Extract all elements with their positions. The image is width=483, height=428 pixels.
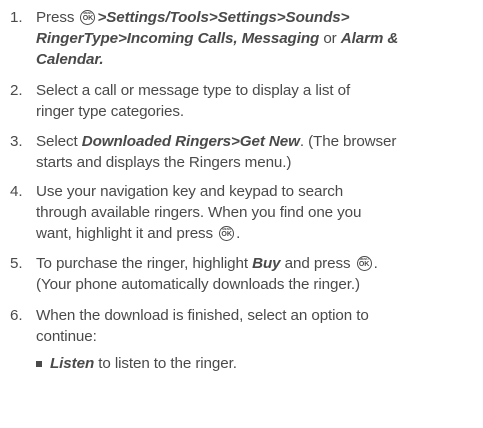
text-line: (Your phone automatically downloads the … xyxy=(36,276,360,293)
or-word: or xyxy=(323,30,337,47)
step-number: 6. xyxy=(10,307,23,324)
menu-ok-key-icon: MENU OK xyxy=(80,10,96,25)
menu-option: Calendar. xyxy=(36,51,104,68)
menu-option: Alarm & xyxy=(340,30,399,47)
bullet-text: Listen to listen to the ringer. xyxy=(50,353,470,374)
text-line: want, highlight it and press xyxy=(36,225,214,242)
step-number: 4. xyxy=(10,183,23,200)
text-fragment: To purchase the ringer, highlight xyxy=(36,255,248,272)
text-line: starts and displays the Ringers menu.) xyxy=(36,154,292,171)
bullet-description: to listen to the ringer. xyxy=(98,355,237,372)
step-text: Select Downloaded Ringers>Get New. (The … xyxy=(36,131,476,173)
menu-ok-key-icon: MENU OK xyxy=(356,256,372,271)
menu-path: RingerType>Incoming Calls, Messaging xyxy=(36,30,320,47)
step-number: 3. xyxy=(10,133,23,150)
step-text: Use your navigation key and keypad to se… xyxy=(36,181,476,244)
select-word: Select xyxy=(36,133,78,150)
text-line: Use your navigation key and keypad to se… xyxy=(36,183,344,200)
text-fragment: . (The browser xyxy=(299,133,397,150)
step-number: 2. xyxy=(10,82,23,99)
step-text: Select a call or message type to display… xyxy=(36,80,476,122)
text-fragment: and press xyxy=(284,255,351,272)
text-line: When the download is finished, select an… xyxy=(36,307,369,324)
manual-page: 1. Press MENU OK >Settings/Tools>Settings>… xyxy=(0,0,483,428)
menu-path: >Settings/Tools>Settings>Sounds> xyxy=(97,9,350,26)
menu-path: Downloaded Ringers>Get New xyxy=(81,133,300,150)
step-text: When the download is finished, select an… xyxy=(36,305,476,347)
square-bullet-icon xyxy=(36,361,42,367)
text-line: continue: xyxy=(36,328,97,345)
text-line: ringer type categories. xyxy=(36,103,184,120)
menu-ok-key-icon: MENU OK xyxy=(219,226,235,241)
text-fragment: . xyxy=(236,225,241,242)
press-word: Press xyxy=(36,9,75,26)
text-line: through available ringers. When you find… xyxy=(36,204,362,221)
step-number: 5. xyxy=(10,255,23,272)
step-text: Press MENU OK >Settings/Tools>Settings>Sou… xyxy=(36,7,476,70)
step-number: 1. xyxy=(10,9,23,26)
text-fragment: . xyxy=(373,255,378,272)
menu-option: Buy xyxy=(252,255,281,272)
step-text: To purchase the ringer, highlight Buy an… xyxy=(36,253,476,295)
text-line: Select a call or message type to display… xyxy=(36,82,351,99)
bullet-term: Listen xyxy=(50,355,95,372)
